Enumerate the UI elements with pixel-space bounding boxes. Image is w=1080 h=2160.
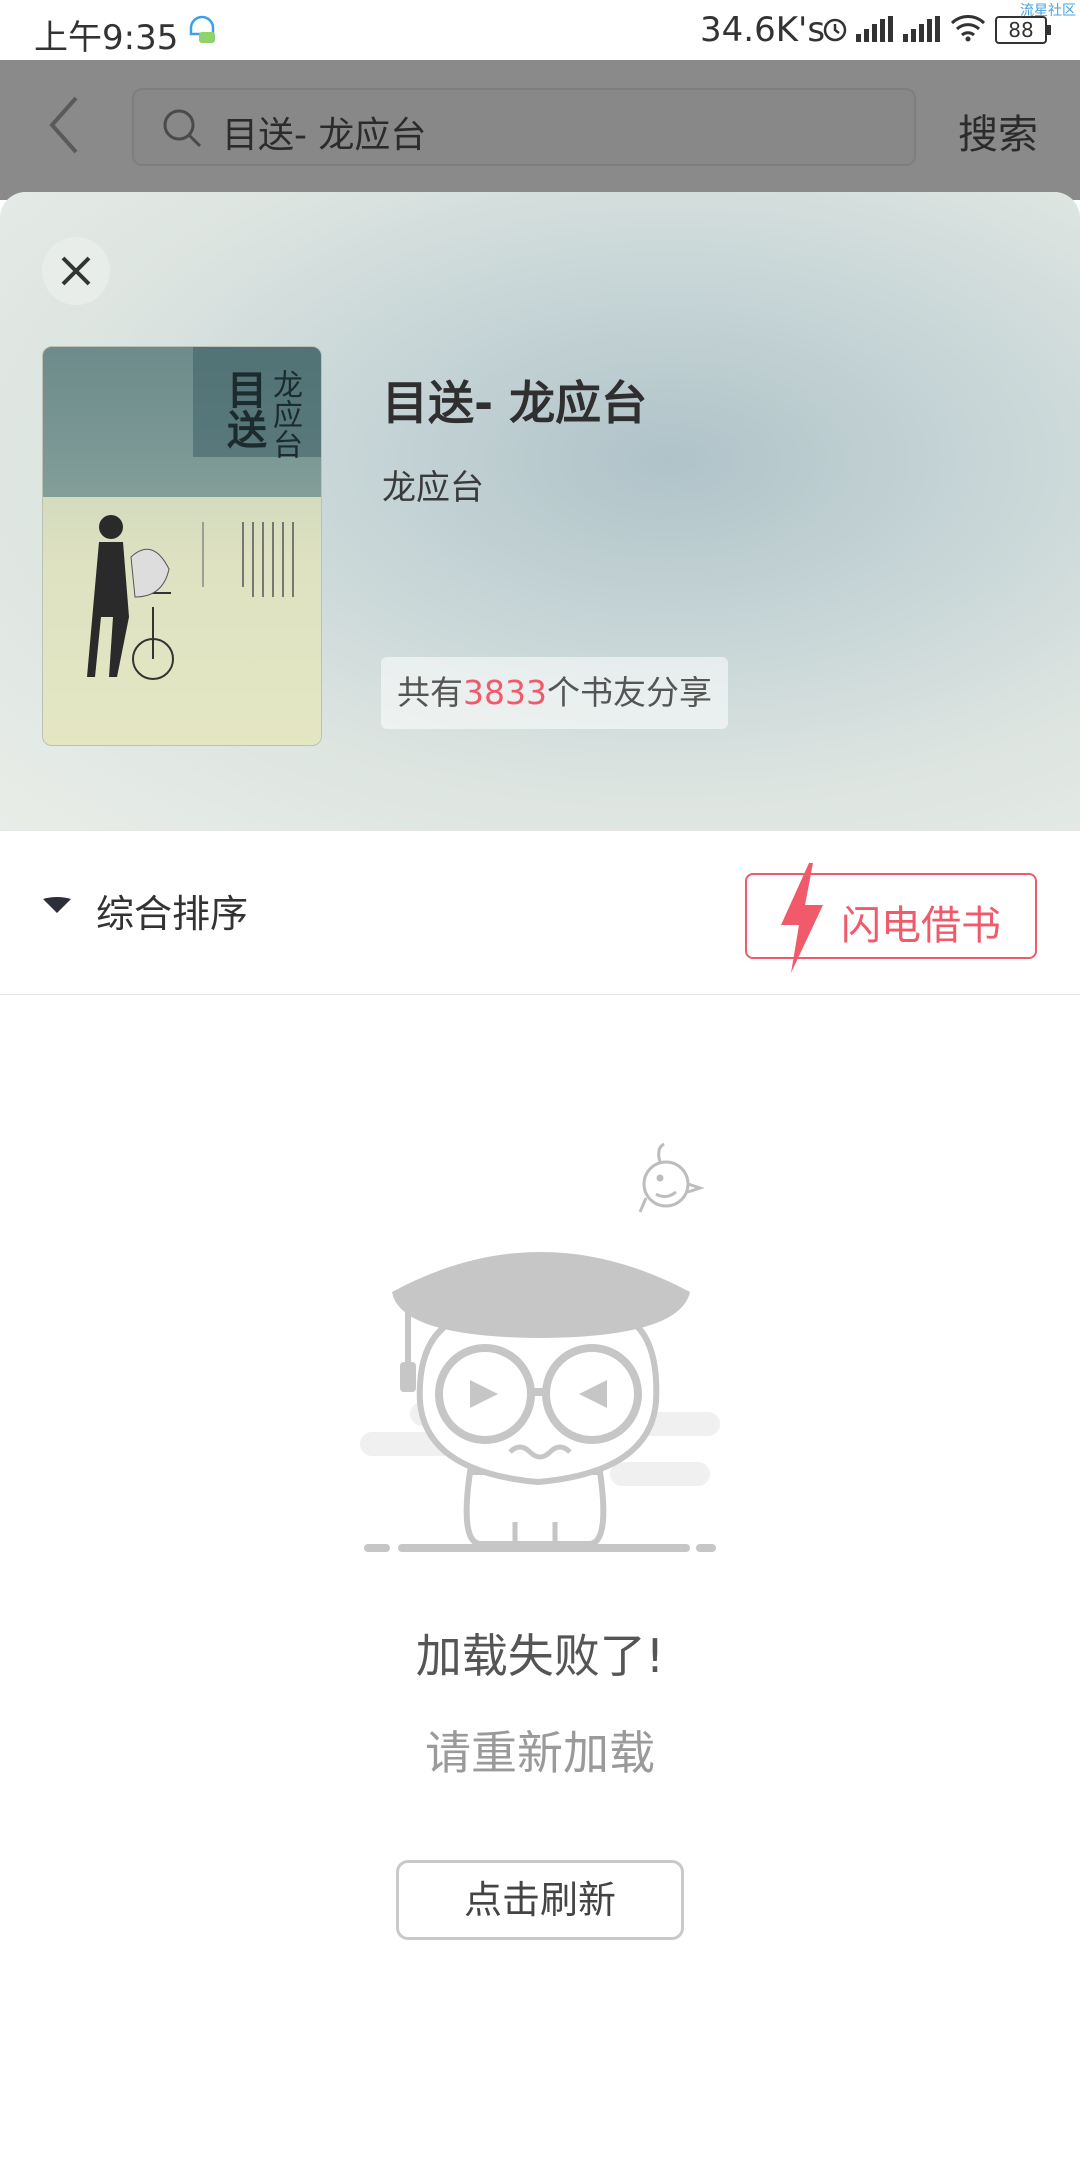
book-cover[interactable]: 目送 龙应台 [42, 346, 322, 746]
status-bar: 上午9:35 34.6K's 88 流星社区 [0, 0, 1080, 60]
alarm-icon [823, 18, 847, 42]
share-count: 3833 [463, 673, 547, 712]
book-card: 目送 龙应台 目送- 龙应台 龙应台 共有3833个书友分享 [0, 192, 1080, 830]
lightning-icon [781, 863, 823, 973]
book-title: 目送- 龙应台 [382, 376, 648, 430]
wifi-icon [950, 15, 986, 42]
error-title: 加载失败了! [415, 1629, 665, 1683]
caret-down-icon[interactable] [42, 897, 72, 915]
search-query: 目送- 龙应台 [222, 115, 427, 156]
refresh-button[interactable]: 点击刷新 [396, 1860, 684, 1940]
watermark: 流星社区 [1020, 3, 1076, 19]
search-input[interactable]: 目送- 龙应台 [132, 88, 916, 166]
share-prefix: 共有 [397, 673, 463, 712]
book-author[interactable]: 龙应台 [382, 460, 484, 509]
chat-notification-icon [189, 15, 215, 43]
network-speed: 34.6K's [700, 10, 826, 50]
status-time: 上午9:35 [34, 18, 179, 58]
error-mascot-illustration [360, 1142, 720, 1552]
flash-borrow-button[interactable]: 闪电借书 [745, 863, 1037, 973]
sort-dropdown[interactable]: 综合排序 [96, 883, 248, 938]
search-header: 目送- 龙应台 搜索 [0, 60, 1080, 200]
sort-bar: 综合排序 闪电借书 [0, 830, 1080, 995]
search-icon [163, 109, 202, 148]
back-arrow-icon[interactable] [40, 90, 90, 160]
signal-icon [856, 16, 893, 42]
error-subtitle: 请重新加载 [425, 1726, 655, 1780]
battery-indicator: 88 [995, 16, 1051, 44]
share-count-badge: 共有3833个书友分享 [381, 657, 728, 729]
close-icon [61, 256, 91, 286]
share-suffix: 个书友分享 [546, 673, 712, 712]
flash-borrow-label: 闪电借书 [841, 903, 1001, 949]
search-button[interactable]: 搜索 [958, 102, 1038, 160]
cover-author-text: 龙应台 [267, 369, 302, 459]
cover-title-text: 目送 [220, 369, 267, 449]
page: 上午9:35 34.6K's 88 流星社区 目送- 龙应台 搜索 目送 龙应台… [0, 0, 1080, 2160]
close-button[interactable] [42, 237, 110, 305]
signal-icon-2 [903, 16, 940, 42]
book-detail-sheet: 目送 龙应台 目送- 龙应台 龙应台 共有3833个书友分享 综合排序 闪电借书 [0, 192, 1080, 2160]
